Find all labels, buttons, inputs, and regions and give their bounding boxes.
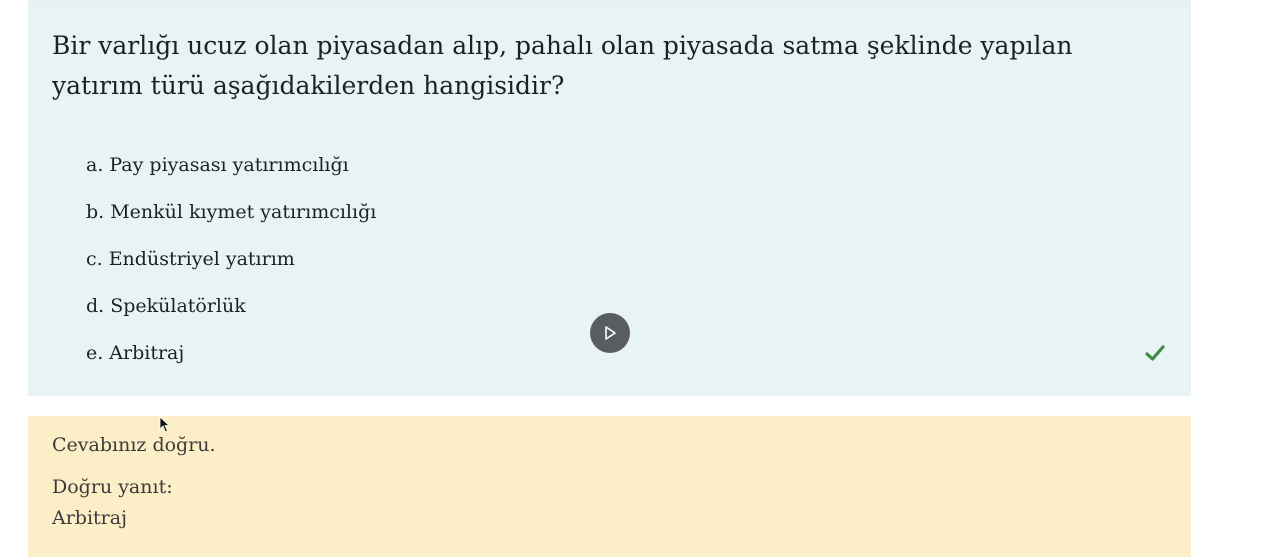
answer-letter: d.	[86, 294, 105, 317]
play-icon	[605, 326, 616, 340]
answer-label: Menkül kıymet yatırımcılığı	[110, 200, 377, 223]
answer-label: Endüstriyel yatırım	[108, 247, 295, 270]
play-button[interactable]	[590, 313, 630, 353]
question-text: Bir varlığı ucuz olan piyasadan alıp, pa…	[52, 31, 1073, 100]
answer-option-a[interactable]: a. Pay piyasası yatırımcılığı	[86, 141, 1166, 188]
answer-letter: e.	[86, 341, 104, 364]
answer-label: Arbitraj	[109, 341, 185, 364]
correct-answer-label: Doğru yanıt:	[52, 476, 173, 498]
feedback-panel: Cevabınız doğru. Doğru yanıt: Arbitraj	[28, 416, 1191, 557]
feedback-status: Cevabınız doğru.	[52, 434, 216, 456]
answer-letter: c.	[86, 247, 103, 270]
answer-label: Spekülatörlük	[110, 294, 246, 317]
answer-letter: b.	[86, 200, 105, 223]
mouse-cursor-icon	[159, 416, 171, 433]
answer-label: Pay piyasası yatırımcılığı	[109, 153, 349, 176]
answer-option-b[interactable]: b. Menkül kıymet yatırımcılığı	[86, 188, 1166, 235]
checkmark-icon	[1145, 344, 1165, 361]
correct-answer-value: Arbitraj	[52, 507, 127, 529]
answer-option-c[interactable]: c. Endüstriyel yatırım	[86, 235, 1166, 282]
answer-letter: a.	[86, 153, 104, 176]
